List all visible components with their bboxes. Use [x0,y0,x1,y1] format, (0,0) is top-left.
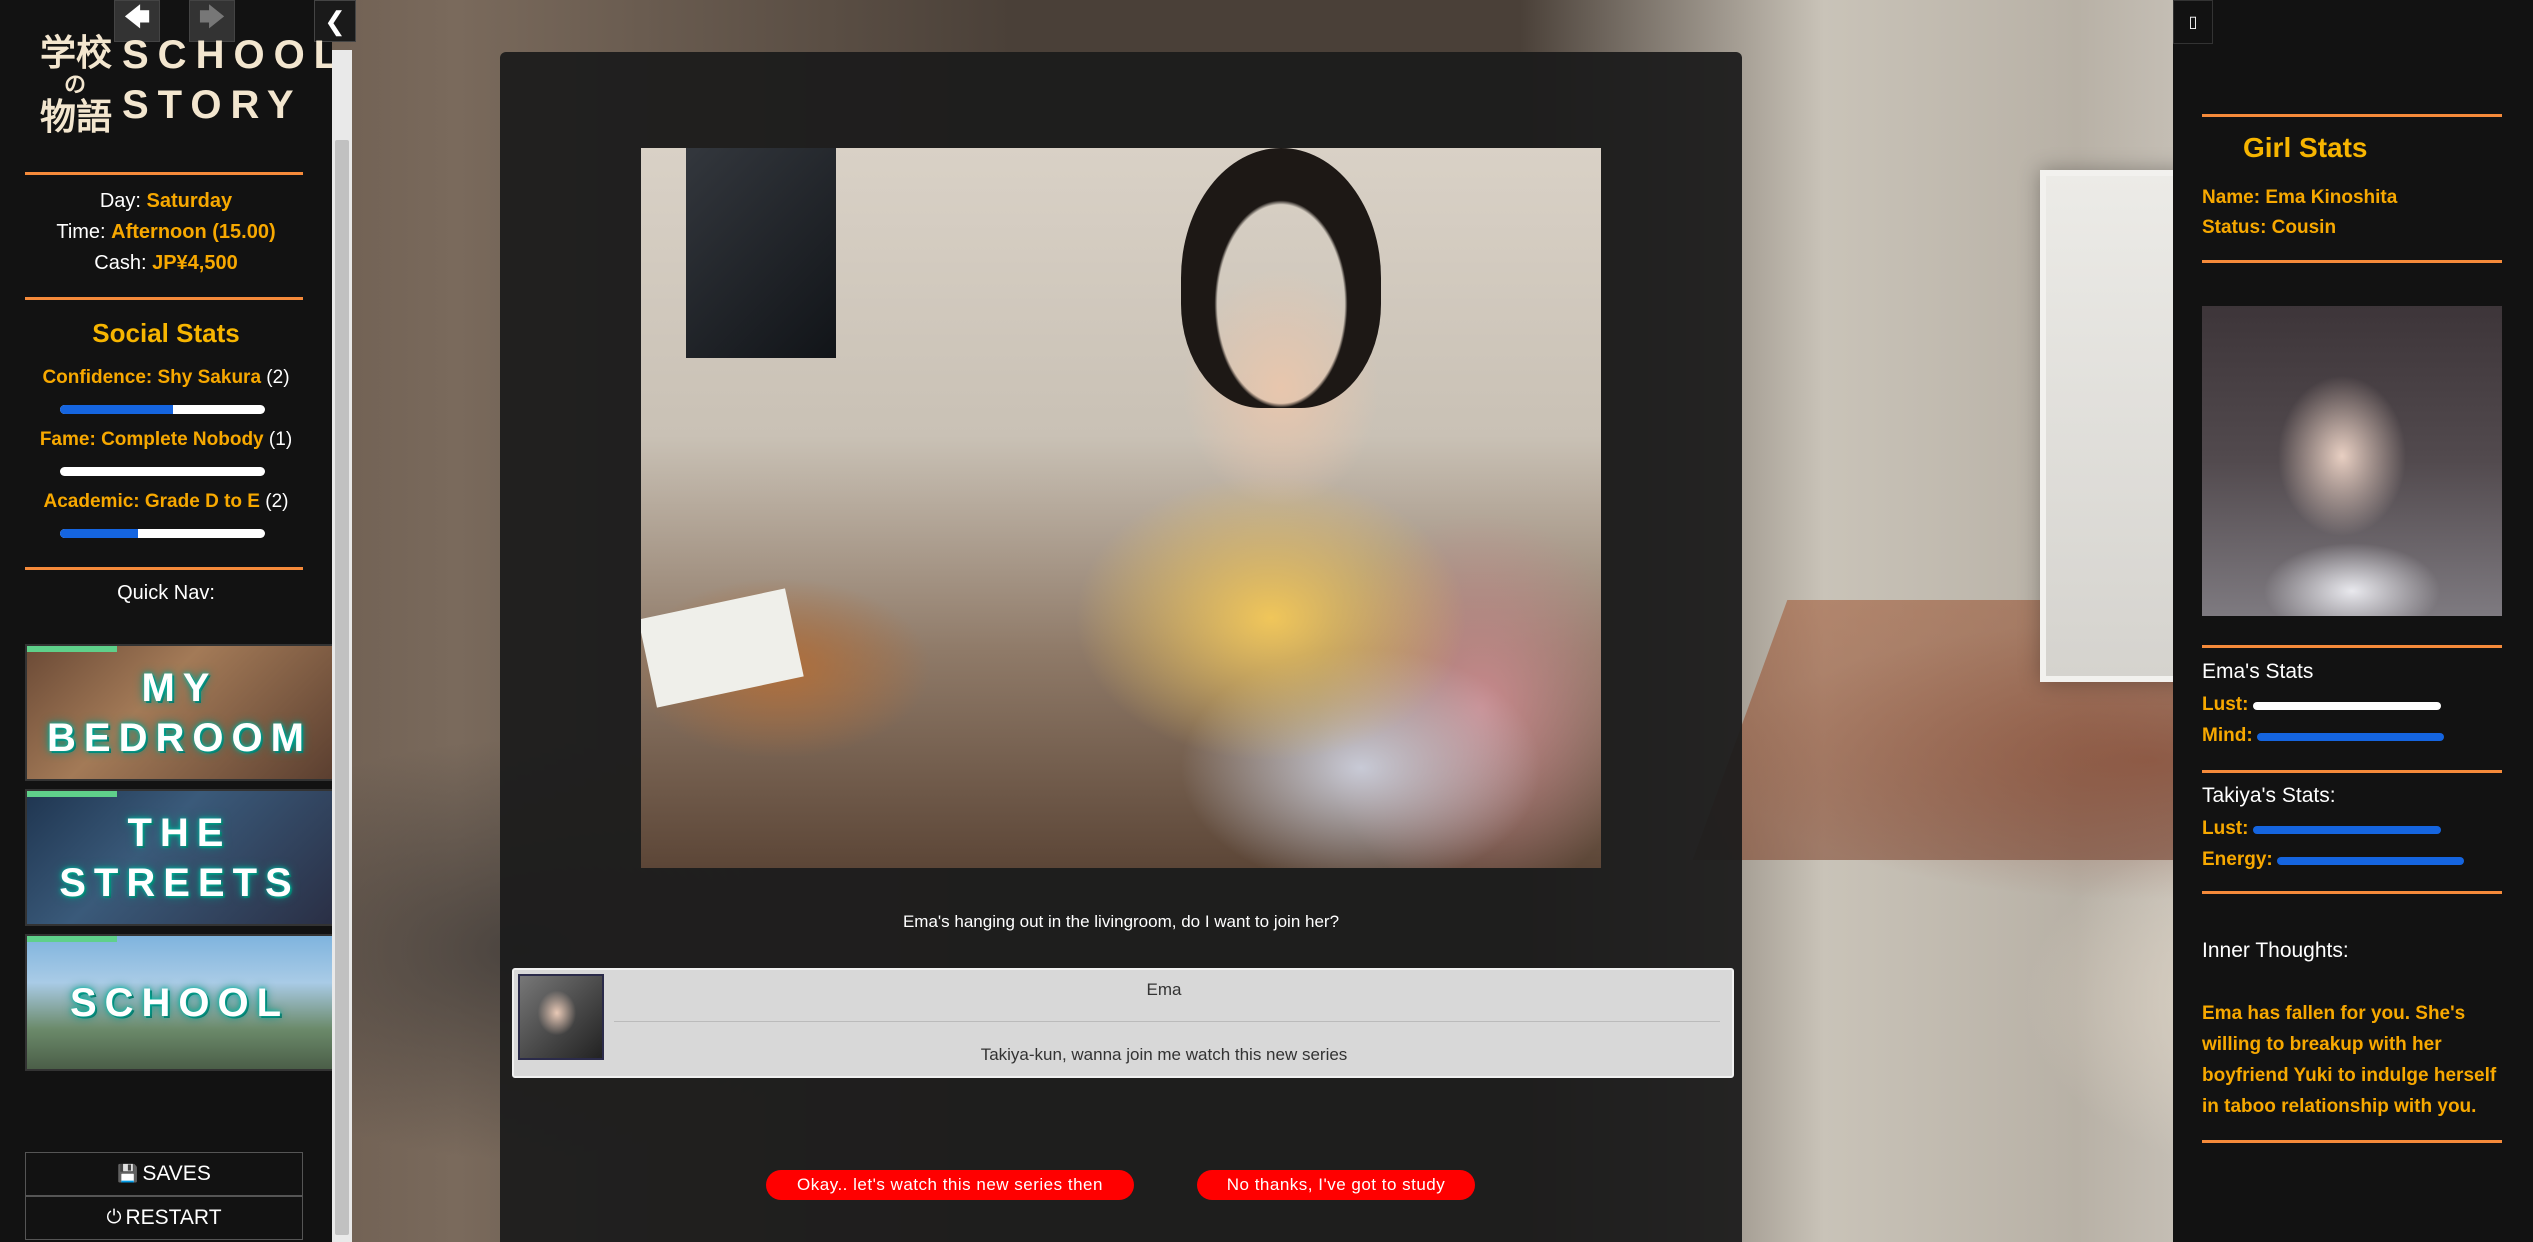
tile-label: MY BEDROOM [47,665,312,760]
tile-label: SCHOOL [69,980,290,1025]
girl-stats-title: Girl Stats [2243,132,2368,163]
tile-label: THE STREETS [59,810,300,905]
day-display: Day: Saturday [99,190,233,212]
girl-lust-bar [2253,702,2441,710]
girl-name: Name: Ema Kinoshita [2202,187,2398,208]
restart-button[interactable]: ⏻ RESTART [25,1196,303,1240]
speaker-avatar [518,974,604,1060]
choice-study[interactable]: No thanks, I've got to study [1197,1170,1475,1200]
confidence-stat: Confidence: Shy Sakura (2) [42,367,290,388]
speaker-name: Ema [1146,980,1182,999]
quick-nav-school[interactable]: SCHOOL [25,934,334,1071]
scene-tv [686,148,836,358]
divider [2202,645,2502,648]
scrollbar-thumb[interactable] [335,140,349,1235]
sidebar-scrollbar[interactable] [332,50,352,1242]
game-logo: 学校 の 物語 SCHOOL STORY [40,30,338,137]
power-icon: ⏻ [106,1207,122,1228]
divider [2202,114,2502,117]
divider [2202,1140,2502,1143]
social-stats-title: Social Stats [92,318,240,348]
cash-display: Cash: JP¥4,500 [94,252,238,274]
time-display: Time: Afternoon (15.00) [56,221,276,243]
quick-nav-title: Quick Nav: [117,582,215,604]
fame-bar [60,467,265,476]
divider [25,297,303,300]
save-icon: 💾 [117,1164,139,1183]
story-passage: Ema's hanging out in the livingroom, do … [500,52,1742,1242]
girl-portrait [2202,306,2502,616]
dialogue-box: Ema Takiya-kun, wanna join me watch this… [512,968,1734,1078]
quick-nav-the-streets[interactable]: THE STREETS [25,789,334,926]
divider [2202,260,2502,263]
saves-button[interactable]: 💾 SAVES [25,1152,303,1196]
girl-lust-label: Lust: [2202,694,2249,715]
mc-lust-label: Lust: [2202,818,2249,839]
toggle-panel-icon[interactable]: ▯ [2173,0,2213,44]
confidence-bar [60,405,265,414]
left-sidebar: 🡄 🡆 ❮ 学校 の 物語 SCHOOL STORY Day: Saturday… [0,0,356,1242]
divider [25,567,303,570]
choice-watch-series[interactable]: Okay.. let's watch this new series then [766,1170,1134,1200]
girl-stats-heading: Ema's Stats [2202,660,2314,683]
inner-thoughts-text: Ema has fallen for you. She's willing to… [2202,1003,2497,1117]
scene-image [641,148,1601,868]
girl-status: Status: Cousin [2202,217,2337,238]
right-sidebar: ▯ Girl Stats Name: Ema Kinoshita Status:… [2173,0,2533,1242]
scene-paper [641,588,804,708]
dialogue-text: Takiya-kun, wanna join me watch this new… [980,1045,1348,1064]
girl-mind-bar [2257,733,2444,741]
academic-bar [60,529,265,538]
logo-japanese: 学校 の 物語 [40,32,113,137]
divider [2202,770,2502,773]
girl-mind-label: Mind: [2202,725,2253,746]
mc-stats-heading: Takiya's Stats: [2202,784,2336,807]
inner-thoughts-heading: Inner Thoughts: [2202,939,2349,962]
academic-stat: Academic: Grade D to E (2) [43,491,289,512]
quick-nav-my-bedroom[interactable]: MY BEDROOM [25,644,334,781]
scene-character [1181,148,1381,408]
divider [25,172,303,175]
mc-lust-bar [2253,826,2441,834]
dialogue-divider [614,1021,1720,1022]
fame-stat: Fame: Complete Nobody (1) [39,429,293,450]
mc-energy-bar [2277,857,2464,865]
narration-text: Ema's hanging out in the livingroom, do … [902,912,1340,931]
logo-english: SCHOOL STORY [122,33,348,127]
divider [2202,891,2502,894]
mc-energy-label: Energy: [2202,849,2273,870]
